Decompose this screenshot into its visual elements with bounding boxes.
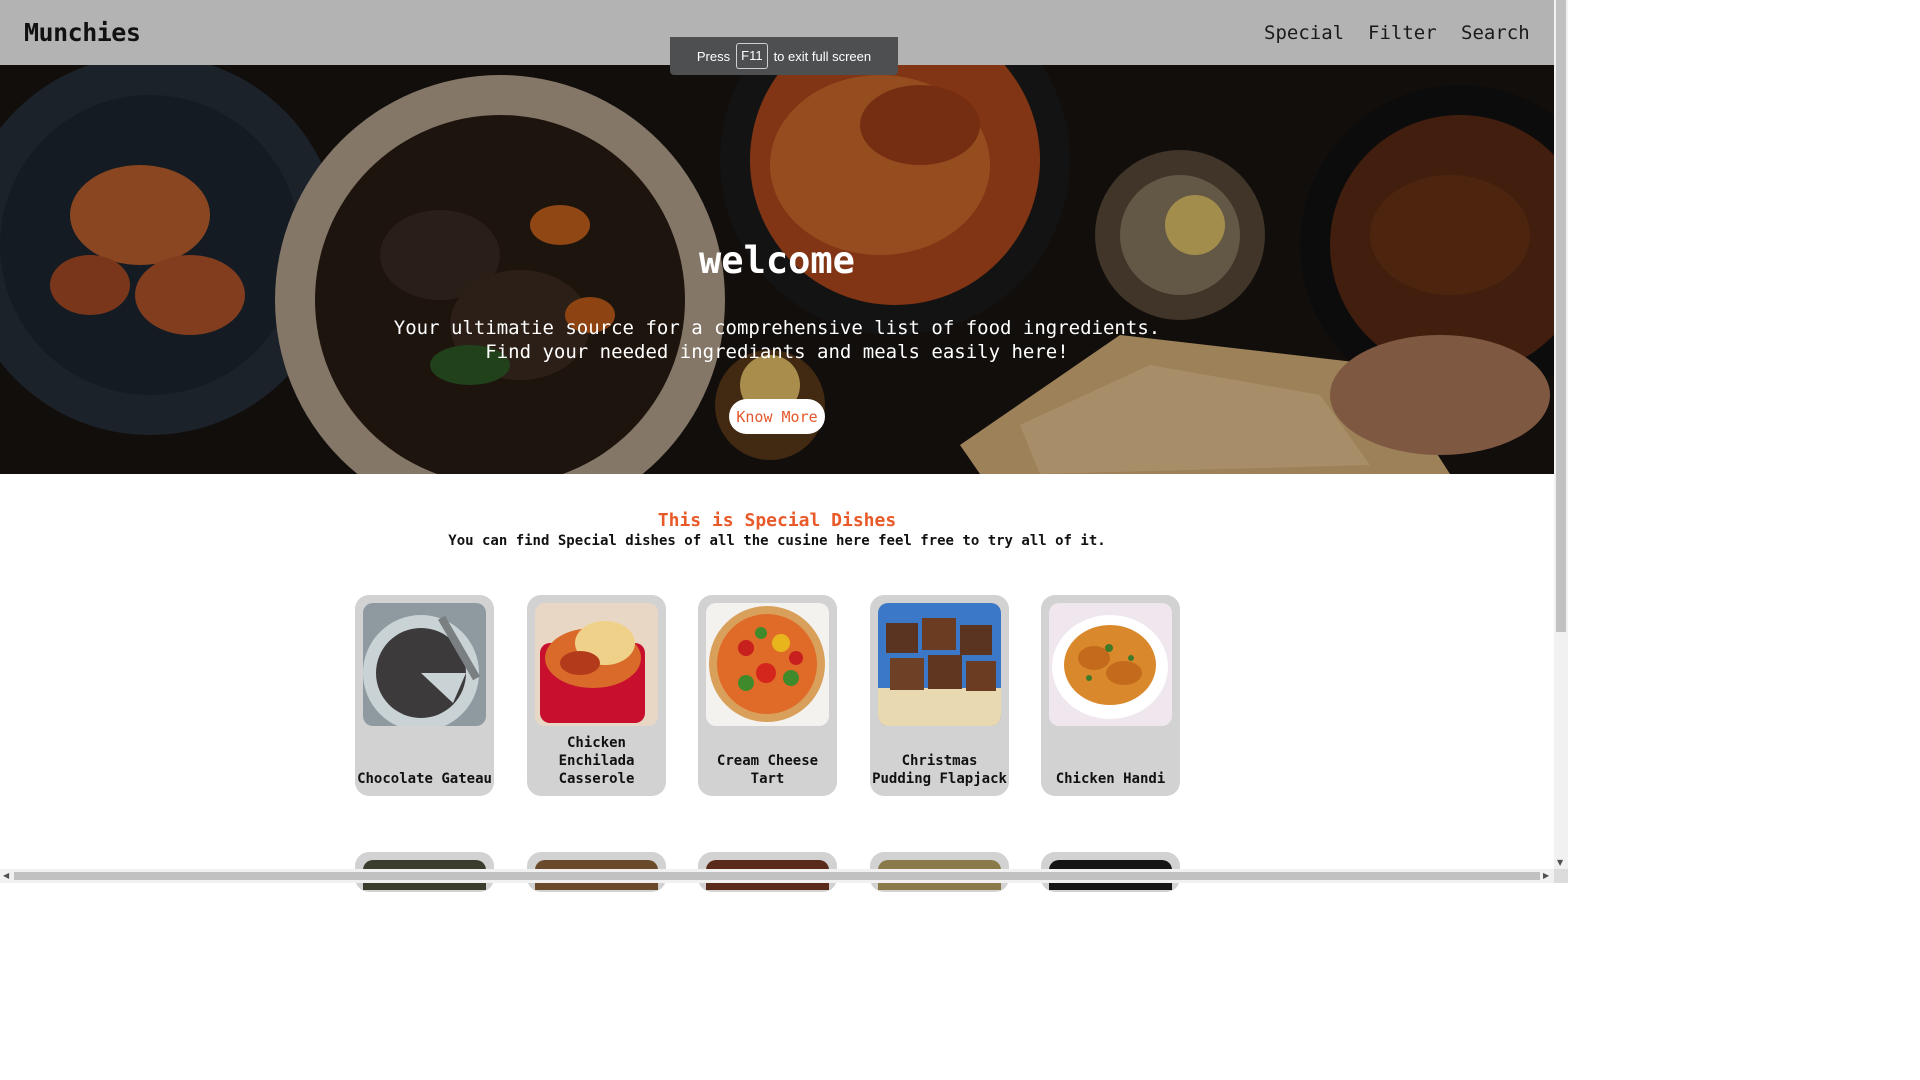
hero-banner: welcome Your ultimatie source for a comp… [0, 65, 1554, 474]
enchilada-casserole-image [535, 603, 658, 726]
dish-name: Chicken Handi [1055, 771, 1166, 787]
hero-title: welcome [699, 239, 855, 282]
scrollbar-corner [1554, 869, 1568, 883]
fullscreen-notice-prefix: Press [696, 48, 731, 64]
know-more-button[interactable]: Know More [729, 399, 825, 434]
dish-card[interactable]: Christmas Pudding Flapjack [870, 595, 1009, 796]
flapjack-image [878, 603, 1001, 726]
nav-search-link[interactable]: Search [1461, 22, 1530, 44]
dish-card[interactable]: Chicken Enchilada Casserole [527, 595, 666, 796]
nav-filter-link[interactable]: Filter [1368, 22, 1437, 44]
vertical-scrollbar[interactable]: ▼ [1554, 0, 1568, 869]
horizontal-scroll-thumb[interactable] [14, 872, 1540, 880]
brand-logo[interactable]: Munchies [24, 18, 141, 47]
dish-name: Chicken Enchilada Casserole [558, 735, 635, 787]
fullscreen-notice-suffix: to exit full screen [773, 48, 872, 64]
nav-special-link[interactable]: Special [1264, 22, 1344, 44]
chicken-handi-image [1049, 603, 1172, 726]
scroll-down-arrow-icon[interactable]: ▼ [1557, 858, 1563, 867]
vertical-scroll-thumb[interactable] [1556, 0, 1566, 632]
hero-subtitle: Your ultimatie source for a comprehensiv… [393, 317, 1161, 363]
fullscreen-notice: Press F11 to exit full screen [670, 37, 898, 75]
dish-name: Christmas Pudding Flapjack [872, 753, 1007, 787]
dish-name: Cream Cheese Tart [716, 753, 819, 787]
dish-card[interactable]: Cream Cheese Tart [698, 595, 837, 796]
dish-name: Chocolate Gateau [357, 771, 492, 787]
scroll-left-arrow-icon[interactable]: ◀ [3, 871, 9, 880]
dish-card[interactable]: Chocolate Gateau [355, 595, 494, 796]
special-section-subtitle: You can find Special dishes of all the c… [448, 533, 1106, 549]
special-section-title: This is Special Dishes [657, 510, 897, 531]
dish-card[interactable]: Chicken Handi [1041, 595, 1180, 796]
horizontal-scrollbar[interactable]: ◀ ▶ [0, 869, 1554, 883]
scroll-right-arrow-icon[interactable]: ▶ [1543, 871, 1549, 880]
fullscreen-key: F11 [736, 43, 768, 69]
cream-cheese-tart-image [706, 603, 829, 726]
chocolate-gateau-image [363, 603, 486, 726]
